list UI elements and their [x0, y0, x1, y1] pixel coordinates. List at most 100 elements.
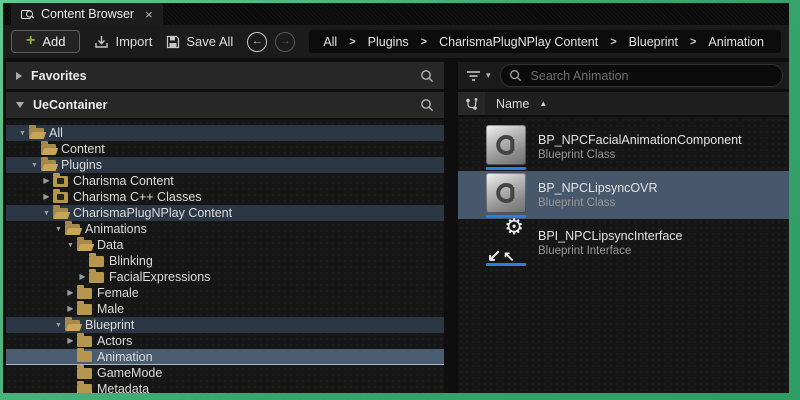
breadcrumb-item[interactable]: Plugins	[368, 35, 409, 49]
expander-icon[interactable]: ▶	[64, 305, 77, 313]
tree-item[interactable]: Content	[6, 140, 444, 157]
folder-icon	[89, 252, 104, 267]
expander-icon[interactable]: ▶	[40, 177, 53, 185]
expander-icon[interactable]: ▼	[64, 242, 77, 249]
tree-item[interactable]: Animation	[6, 348, 444, 365]
asset-row[interactable]: BP_NPCLipsyncOVR Blueprint Class	[458, 171, 789, 219]
asset-thumbnail	[486, 124, 526, 170]
assets-panel: ▾ Search Animation Name ▲ BP_NPCFacialAn…	[458, 62, 789, 393]
tree-item[interactable]: ▶ Actors	[6, 332, 444, 349]
sort-ascending-icon[interactable]: ▲	[539, 99, 547, 108]
breadcrumb-item[interactable]: All	[323, 35, 337, 49]
tree-item-label: Female	[97, 286, 139, 300]
filter-icon[interactable]	[466, 70, 481, 82]
hierarchy-icon[interactable]	[458, 92, 485, 115]
main-area: Favorites UeContainer ▼ All Content ▼ Pl…	[3, 62, 789, 393]
sources-panel: Favorites UeContainer ▼ All Content ▼ Pl…	[6, 62, 444, 393]
expander-icon[interactable]: ▶	[76, 273, 89, 281]
tree-item-label: Male	[97, 302, 125, 316]
tree-item[interactable]: GameMode	[6, 364, 444, 381]
tree-item-label: Content	[61, 142, 105, 156]
breadcrumb-separator: >	[610, 35, 617, 48]
search-box[interactable]	[499, 64, 783, 87]
expander-icon[interactable]: ▼	[28, 162, 41, 169]
tree-item[interactable]: ▶ Charisma Content	[6, 172, 444, 189]
tree-item[interactable]: ▶ Charisma C++ Classes	[6, 188, 444, 205]
import-button[interactable]: Import	[94, 34, 152, 49]
asset-text: BPI_NPCLipsyncInterface Blueprint Interf…	[538, 229, 683, 257]
tree-item[interactable]: ▶ FacialExpressions	[6, 268, 444, 285]
tree-item[interactable]: ▼ Animations	[6, 220, 444, 237]
folder-icon	[77, 236, 92, 251]
expander-icon[interactable]: ▶	[64, 337, 77, 345]
tree-item[interactable]: ▶ Female	[6, 284, 444, 301]
folder-icon	[77, 364, 92, 379]
add-button[interactable]: + Add	[11, 30, 81, 53]
arrow-northwest-icon: ↖	[503, 247, 515, 264]
breadcrumb-item[interactable]: Blueprint	[629, 35, 678, 49]
folder-icon	[65, 316, 80, 331]
tree-item[interactable]: ▼ Plugins	[6, 156, 444, 173]
arrow-southwest-icon: ↙	[487, 245, 502, 265]
plus-icon: +	[26, 32, 36, 50]
panel-splitter[interactable]	[444, 62, 458, 393]
asset-row[interactable]: BP_NPCFacialAnimationComponent Blueprint…	[458, 123, 789, 171]
add-button-label: Add	[42, 34, 66, 49]
favorites-label: Favorites	[31, 68, 87, 83]
expander-icon[interactable]: ▼	[40, 210, 53, 217]
back-button[interactable]: ←	[247, 31, 268, 52]
expander-icon[interactable]: ▼	[52, 322, 65, 329]
name-column-header[interactable]: Name	[496, 97, 529, 111]
favorites-header[interactable]: Favorites	[6, 62, 444, 89]
breadcrumb-separator: >	[349, 35, 356, 48]
asset-type: Blueprint Class	[538, 197, 616, 209]
asset-thumbnail: ⚙ ↙ ↖	[486, 215, 526, 266]
container-search-icon[interactable]	[420, 98, 434, 112]
breadcrumb-separator: >	[420, 35, 428, 48]
asset-type: Blueprint Class	[538, 149, 616, 161]
folder-icon	[77, 300, 92, 315]
charisma-blueprint-icon	[486, 172, 526, 213]
expander-icon[interactable]: ▶	[40, 193, 53, 201]
folder-icon	[41, 140, 56, 155]
tree-item[interactable]: ▼ All	[6, 124, 444, 141]
tree-item-label: Charisma Content	[73, 174, 174, 188]
breadcrumb-item[interactable]: Animation	[708, 35, 764, 49]
tree-item[interactable]: ▶ Male	[6, 300, 444, 317]
search-input[interactable]	[528, 67, 776, 84]
tree-item-label: FacialExpressions	[109, 270, 211, 284]
expander-icon[interactable]: ▶	[64, 289, 77, 297]
list-header: Name ▲	[458, 92, 789, 115]
asset-name: BP_NPCFacialAnimationComponent	[538, 133, 742, 147]
tab-strip: Content Browser ×	[3, 3, 789, 25]
asset-row[interactable]: ⚙ ↙ ↖ BPI_NPCLipsyncInterface Blueprint …	[458, 215, 789, 267]
asset-type: Blueprint Interface	[538, 245, 632, 257]
close-icon[interactable]: ×	[145, 8, 153, 21]
breadcrumb-item[interactable]: CharismaPlugNPlay Content	[439, 35, 598, 49]
container-header[interactable]: UeContainer	[6, 92, 444, 118]
asset-thumbnail	[486, 172, 526, 218]
tree-item[interactable]: ▼ CharismaPlugNPlay Content	[6, 204, 444, 221]
forward-button[interactable]: →	[275, 31, 296, 52]
tab-content-browser[interactable]: Content Browser ×	[11, 3, 163, 25]
folder-icon	[89, 268, 104, 283]
favorites-search-icon[interactable]	[420, 69, 434, 83]
asset-type-color-bar	[486, 166, 526, 170]
tree-item[interactable]: Metadata	[6, 380, 444, 393]
folder-icon	[53, 188, 68, 203]
tree-item[interactable]: ▼ Blueprint	[6, 316, 444, 333]
tab-title: Content Browser	[41, 7, 135, 21]
tree-item[interactable]: ▼ Data	[6, 236, 444, 253]
expander-icon[interactable]: ▼	[16, 130, 29, 137]
asset-text: BP_NPCLipsyncOVR Blueprint Class	[538, 181, 658, 209]
charisma-blueprint-icon	[486, 124, 526, 165]
tree-item[interactable]: Blinking	[6, 252, 444, 269]
save-all-button[interactable]: Save All	[166, 34, 233, 49]
folder-icon	[77, 380, 92, 393]
folder-icon	[65, 220, 80, 235]
filter-chevron-icon[interactable]: ▾	[486, 70, 491, 81]
tree-item-label: Animation	[97, 349, 153, 364]
expander-icon[interactable]: ▼	[52, 226, 65, 233]
tree-item-label: Blueprint	[85, 318, 135, 332]
content-browser-window: Content Browser × + Add Import Save All …	[3, 3, 789, 393]
